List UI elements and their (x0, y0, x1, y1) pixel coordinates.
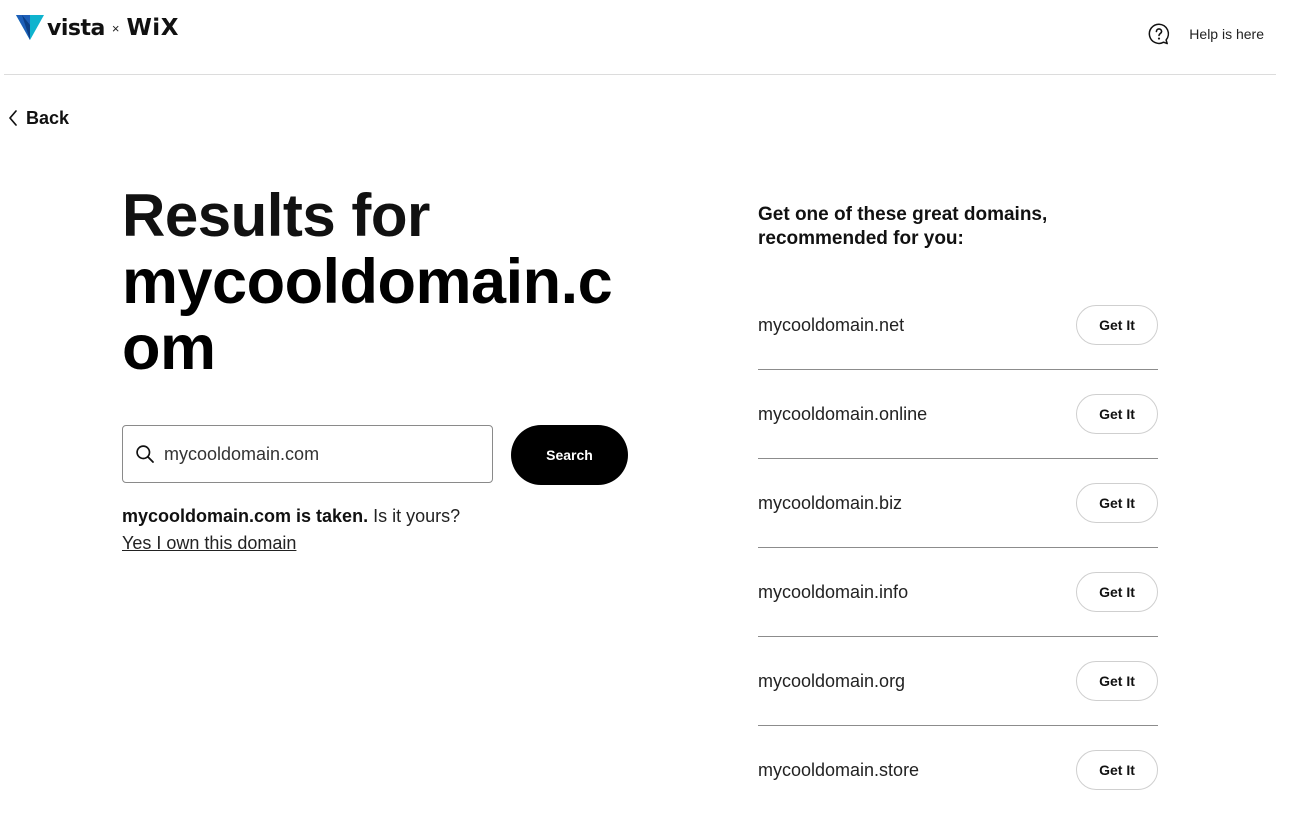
search-button[interactable]: Search (511, 425, 628, 485)
results-prefix: Results for (122, 182, 430, 249)
domain-taken-text: mycooldomain.com is taken. (122, 506, 369, 526)
recommendations-title: Get one of these great domains, recommen… (758, 204, 1048, 249)
recommended-domain-name: mycooldomain.net (758, 314, 905, 335)
list-item: mycooldomain.info Get It (758, 548, 1158, 637)
list-item: mycooldomain.online Get It (758, 370, 1158, 459)
list-item: mycooldomain.biz Get It (758, 459, 1158, 548)
list-item: mycooldomain.store Get It (758, 726, 1158, 814)
chevron-left-icon (9, 110, 17, 126)
list-item: mycooldomain.net Get It (758, 281, 1158, 370)
recommended-domain-name: mycooldomain.online (758, 403, 928, 424)
get-it-button[interactable]: Get It (1076, 305, 1158, 345)
results-domain: mycooldomain.com (122, 247, 613, 383)
logo-text-vista: vista (47, 15, 105, 41)
vista-triangle-logo-icon (16, 15, 44, 40)
get-it-button[interactable]: Get It (1076, 661, 1158, 701)
get-it-button[interactable]: Get It (1076, 572, 1158, 612)
results-heading: Results for mycooldomain.com (122, 182, 642, 383)
help-label: Help is here (1189, 26, 1264, 42)
domain-search-input[interactable] (164, 443, 464, 465)
logo-separator: × (111, 20, 120, 36)
list-item: mycooldomain.org Get It (758, 637, 1158, 726)
back-button[interactable]: Back (7, 106, 69, 130)
get-it-button[interactable]: Get It (1076, 394, 1158, 434)
is-it-yours-text: Is it yours? (373, 506, 461, 526)
recommended-domain-name: mycooldomain.store (758, 759, 920, 780)
search-icon (136, 445, 154, 463)
vista-wix-logo[interactable]: vista × WiX (16, 13, 179, 43)
help-bubble-icon (1148, 23, 1170, 45)
help-link[interactable]: Help is here (1147, 20, 1264, 48)
recommended-domain-name: mycooldomain.org (758, 670, 906, 691)
availability-message: mycooldomain.com is taken. Is it yours? (122, 506, 460, 527)
recommended-domain-name: mycooldomain.info (758, 581, 909, 602)
logo-text-wix: WiX (126, 15, 179, 41)
own-domain-link[interactable]: Yes I own this domain (122, 533, 296, 554)
recommended-domain-name: mycooldomain.biz (758, 492, 903, 513)
domain-search-box[interactable] (122, 425, 493, 483)
recommendations-list: mycooldomain.net Get It mycooldomain.onl… (758, 281, 1158, 814)
get-it-button[interactable]: Get It (1076, 750, 1158, 790)
get-it-button[interactable]: Get It (1076, 483, 1158, 523)
top-header: vista × WiX Help is here (4, 0, 1276, 75)
back-label: Back (26, 107, 70, 128)
